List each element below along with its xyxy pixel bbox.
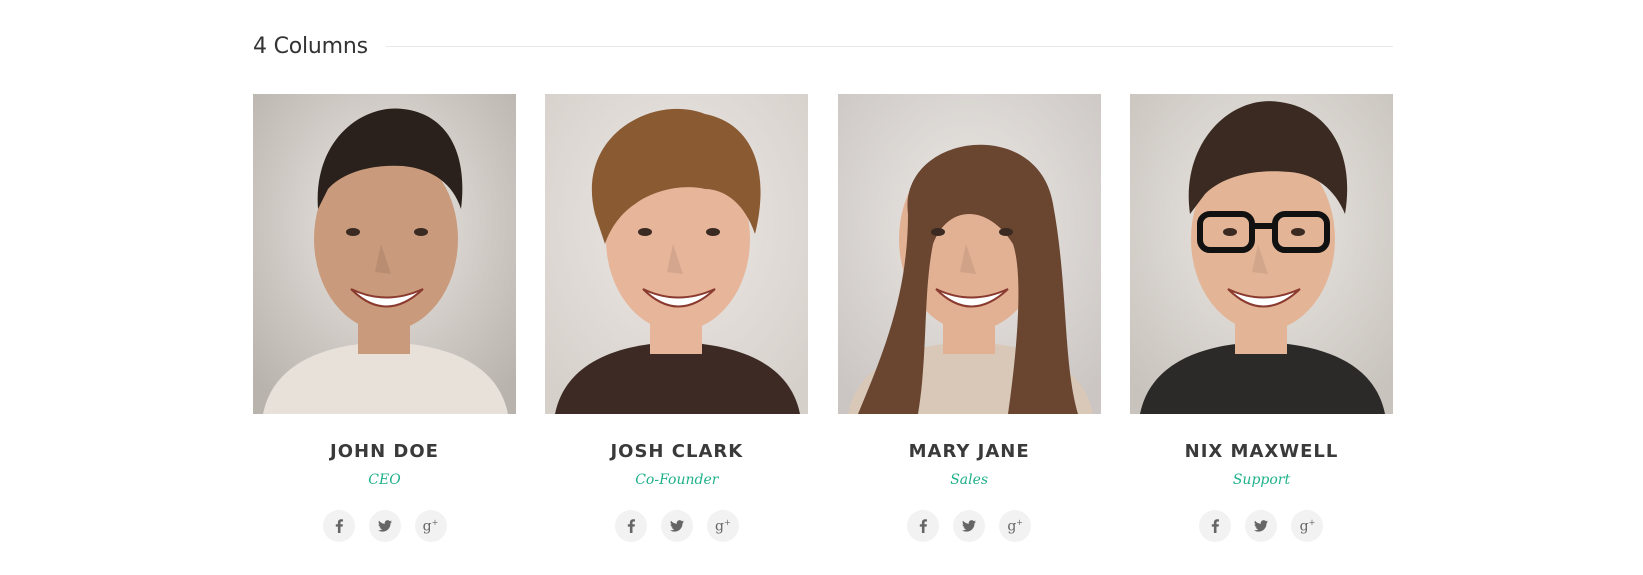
portrait-image: [545, 94, 809, 414]
twitter-icon[interactable]: [368, 510, 401, 542]
member-name: JOSH CLARK: [610, 441, 744, 462]
section-title: 4 Columns: [253, 33, 368, 59]
google-plus-icon[interactable]: g+: [706, 510, 739, 542]
google-plus-icon[interactable]: g+: [414, 510, 447, 542]
facebook-icon[interactable]: [322, 510, 355, 542]
member-photo: [837, 94, 1101, 414]
twitter-icon[interactable]: [660, 510, 693, 542]
member-photo: [1129, 94, 1393, 414]
portrait-image: [253, 94, 516, 414]
social-links: g+: [838, 510, 1101, 542]
social-links: g+: [1130, 510, 1393, 542]
facebook-icon[interactable]: [1199, 510, 1232, 542]
member-photo: [253, 94, 516, 414]
section-header: 4 Columns: [253, 28, 1393, 64]
member-name: JOHN DOE: [330, 441, 439, 462]
member-role: Co-Founder: [635, 472, 719, 488]
twitter-icon[interactable]: [953, 510, 986, 542]
team-member-card: NIX MAXWELL Support g+: [1129, 94, 1393, 542]
portrait-image: [1129, 94, 1393, 414]
member-role: CEO: [368, 472, 401, 488]
section-divider: [385, 45, 1393, 47]
social-links: g+: [545, 510, 808, 542]
twitter-icon[interactable]: [1245, 510, 1278, 542]
member-photo: [545, 94, 809, 414]
team-member-card: MARY JANE Sales g+: [837, 94, 1101, 542]
member-name: NIX MAXWELL: [1184, 441, 1339, 462]
team-member-card: JOSH CLARK Co-Founder g+: [545, 94, 809, 542]
team-section: 4 Columns JOHN DOE CEO g+ JOSH CLARK Co-…: [253, 28, 1393, 542]
member-role: Sales: [950, 472, 989, 488]
team-member-card: JOHN DOE CEO g+: [253, 94, 516, 542]
member-name: MARY JANE: [908, 441, 1030, 462]
portrait-image: [837, 94, 1101, 414]
member-role: Support: [1232, 472, 1291, 488]
team-grid: JOHN DOE CEO g+ JOSH CLARK Co-Founder g+…: [253, 94, 1393, 542]
google-plus-icon[interactable]: g+: [1291, 510, 1324, 542]
social-links: g+: [253, 510, 516, 542]
facebook-icon[interactable]: [907, 510, 940, 542]
facebook-icon[interactable]: [614, 510, 647, 542]
google-plus-icon[interactable]: g+: [999, 510, 1032, 542]
